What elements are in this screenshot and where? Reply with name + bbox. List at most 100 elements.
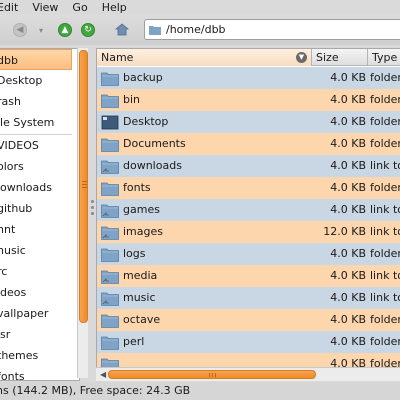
file-type: folder bbox=[370, 137, 400, 150]
file-name: games bbox=[123, 203, 160, 216]
sidebar-scroll-thumb[interactable] bbox=[79, 50, 88, 323]
folder-icon bbox=[101, 94, 119, 108]
up-arrow-icon[interactable]: ▲ bbox=[58, 23, 72, 37]
sidebar-item-label: fonts bbox=[0, 370, 25, 381]
file-size: 4.0 KB bbox=[330, 247, 366, 260]
sidebar-item-label: ısr bbox=[0, 328, 11, 341]
chevron-down-icon[interactable]: ▾ bbox=[37, 23, 45, 37]
folder-link-icon bbox=[101, 292, 119, 306]
file-name: images bbox=[123, 225, 163, 238]
column-size[interactable]: Size bbox=[312, 49, 368, 66]
folder-icon bbox=[101, 314, 119, 328]
sidebar-item-desktop[interactable]: Desktop bbox=[0, 70, 72, 91]
file-size: 4.0 KB bbox=[330, 335, 366, 348]
table-row[interactable]: fonts 4.0 KB folder bbox=[97, 177, 400, 199]
file-name: Documents bbox=[123, 137, 186, 150]
folder-icon bbox=[101, 138, 119, 152]
file-name: perl bbox=[123, 335, 145, 348]
column-type[interactable]: Type bbox=[368, 49, 400, 66]
pane-splitter-grip[interactable] bbox=[91, 200, 94, 203]
table-row[interactable]: octave 4.0 KB folder bbox=[97, 309, 400, 331]
table-row[interactable]: images 12.0 KB link to bbox=[97, 221, 400, 243]
file-name: Desktop bbox=[123, 115, 169, 128]
sidebar-item-label: ile System bbox=[0, 116, 55, 129]
sidebar-item-downloads[interactable]: lownloads bbox=[0, 177, 72, 198]
scroll-left-icon[interactable]: ◀ bbox=[100, 370, 106, 379]
folder-icon bbox=[101, 182, 119, 196]
table-row[interactable]: bin 4.0 KB folder bbox=[97, 89, 400, 111]
sidebar-item-colors[interactable]: olors bbox=[0, 156, 72, 177]
sidebar-item-trash[interactable]: rash bbox=[0, 91, 72, 112]
menu-go[interactable]: Go bbox=[72, 0, 87, 15]
sidebar-item-label: ideos bbox=[0, 286, 27, 299]
sidebar-item-dbb[interactable]: dbb bbox=[0, 49, 72, 70]
sidebar-item-file-system[interactable]: ile System bbox=[0, 112, 72, 133]
column-name[interactable]: Name bbox=[97, 49, 312, 66]
file-size: 4.0 KB bbox=[330, 137, 366, 150]
menu-view[interactable]: View bbox=[32, 0, 58, 15]
sidebar-item-themes[interactable]: themes bbox=[0, 345, 72, 366]
folder-link-icon bbox=[101, 160, 119, 174]
location-bar[interactable]: /home/dbb bbox=[144, 19, 400, 40]
table-row[interactable]: music 4.0 KB link to bbox=[97, 287, 400, 309]
table-row[interactable]: perl 4.0 KB folder bbox=[97, 331, 400, 353]
home-icon[interactable] bbox=[115, 23, 129, 36]
file-size: 4.0 KB bbox=[330, 115, 366, 128]
sidebar-item-usr[interactable]: ısr bbox=[0, 324, 72, 345]
file-type: link to bbox=[370, 291, 400, 304]
menu-help[interactable]: Help bbox=[102, 0, 127, 15]
file-type: link to bbox=[370, 159, 400, 172]
sidebar-item-label: github bbox=[0, 202, 33, 215]
sidebar-item-music[interactable]: nusic bbox=[0, 240, 72, 261]
file-type: folder bbox=[370, 181, 400, 194]
sidebar-item-label: vallpaper bbox=[0, 307, 49, 320]
sidebar-item-wallpaper[interactable]: vallpaper bbox=[0, 303, 72, 324]
file-size: 4.0 KB bbox=[330, 203, 366, 216]
sidebar-item-label: olors bbox=[0, 160, 24, 173]
table-row[interactable]: media 4.0 KB link to bbox=[97, 265, 400, 287]
sidebar-item-github[interactable]: github bbox=[0, 198, 72, 219]
file-type: folder bbox=[370, 71, 400, 84]
refresh-icon[interactable]: ↻ bbox=[81, 23, 95, 37]
table-row[interactable]: Documents 4.0 KB folder bbox=[97, 133, 400, 155]
pane-splitter-grip[interactable] bbox=[91, 206, 94, 209]
location-path: /home/dbb bbox=[166, 23, 226, 36]
pane-splitter-grip[interactable] bbox=[91, 212, 94, 215]
sidebar-item-rc[interactable]: rc bbox=[0, 261, 72, 282]
sidebar-item-label: rc bbox=[0, 265, 8, 278]
back-arrow-icon[interactable]: ◀ bbox=[13, 23, 27, 37]
sidebar-item-videos[interactable]: ideos bbox=[0, 282, 72, 303]
horizontal-scroll-thumb[interactable] bbox=[108, 370, 316, 379]
sidebar-item-mnt[interactable]: nnt bbox=[0, 219, 72, 240]
scroll-grip bbox=[209, 373, 210, 377]
sort-descending-icon[interactable]: ▼ bbox=[296, 52, 307, 63]
table-row[interactable]: downloads 4.0 KB link to bbox=[97, 155, 400, 177]
folder-icon bbox=[101, 248, 119, 262]
file-name: octave bbox=[123, 313, 161, 326]
table-row[interactable]: Desktop 4.0 KB folder bbox=[97, 111, 400, 133]
folder-link-icon bbox=[101, 226, 119, 240]
scroll-grip bbox=[212, 373, 213, 377]
file-type: link to bbox=[370, 269, 400, 282]
file-size: 12.0 KB bbox=[323, 225, 366, 238]
table-row[interactable]: logs 4.0 KB folder bbox=[97, 243, 400, 265]
folder-link-icon bbox=[101, 270, 119, 284]
file-name: media bbox=[123, 269, 158, 282]
sidebar-scrollbar[interactable] bbox=[77, 48, 88, 378]
places-sidebar: dbb Desktop rash ile System VIDEOS olors… bbox=[0, 48, 80, 381]
sidebar-item-label: nusic bbox=[0, 244, 26, 257]
sidebar-item-label: VIDEOS bbox=[0, 139, 39, 152]
file-size: 4.0 KB bbox=[330, 71, 366, 84]
sidebar-item-fonts[interactable]: fonts bbox=[0, 366, 72, 381]
folder-icon bbox=[101, 336, 119, 350]
file-size: 4.0 KB bbox=[330, 291, 366, 304]
table-row[interactable]: backup 4.0 KB folder bbox=[97, 67, 400, 89]
folder-link-icon bbox=[101, 204, 119, 218]
horizontal-scrollbar[interactable]: ◀ bbox=[96, 367, 400, 381]
status-text: ns (144.2 MB), Free space: 24.3 GB bbox=[0, 384, 191, 397]
table-row[interactable]: games 4.0 KB link to bbox=[97, 199, 400, 221]
menu-edit[interactable]: Edit bbox=[0, 0, 18, 15]
file-type: folder bbox=[370, 115, 400, 128]
file-name: bin bbox=[123, 93, 141, 106]
sidebar-item-videos-upper[interactable]: VIDEOS bbox=[0, 135, 72, 156]
